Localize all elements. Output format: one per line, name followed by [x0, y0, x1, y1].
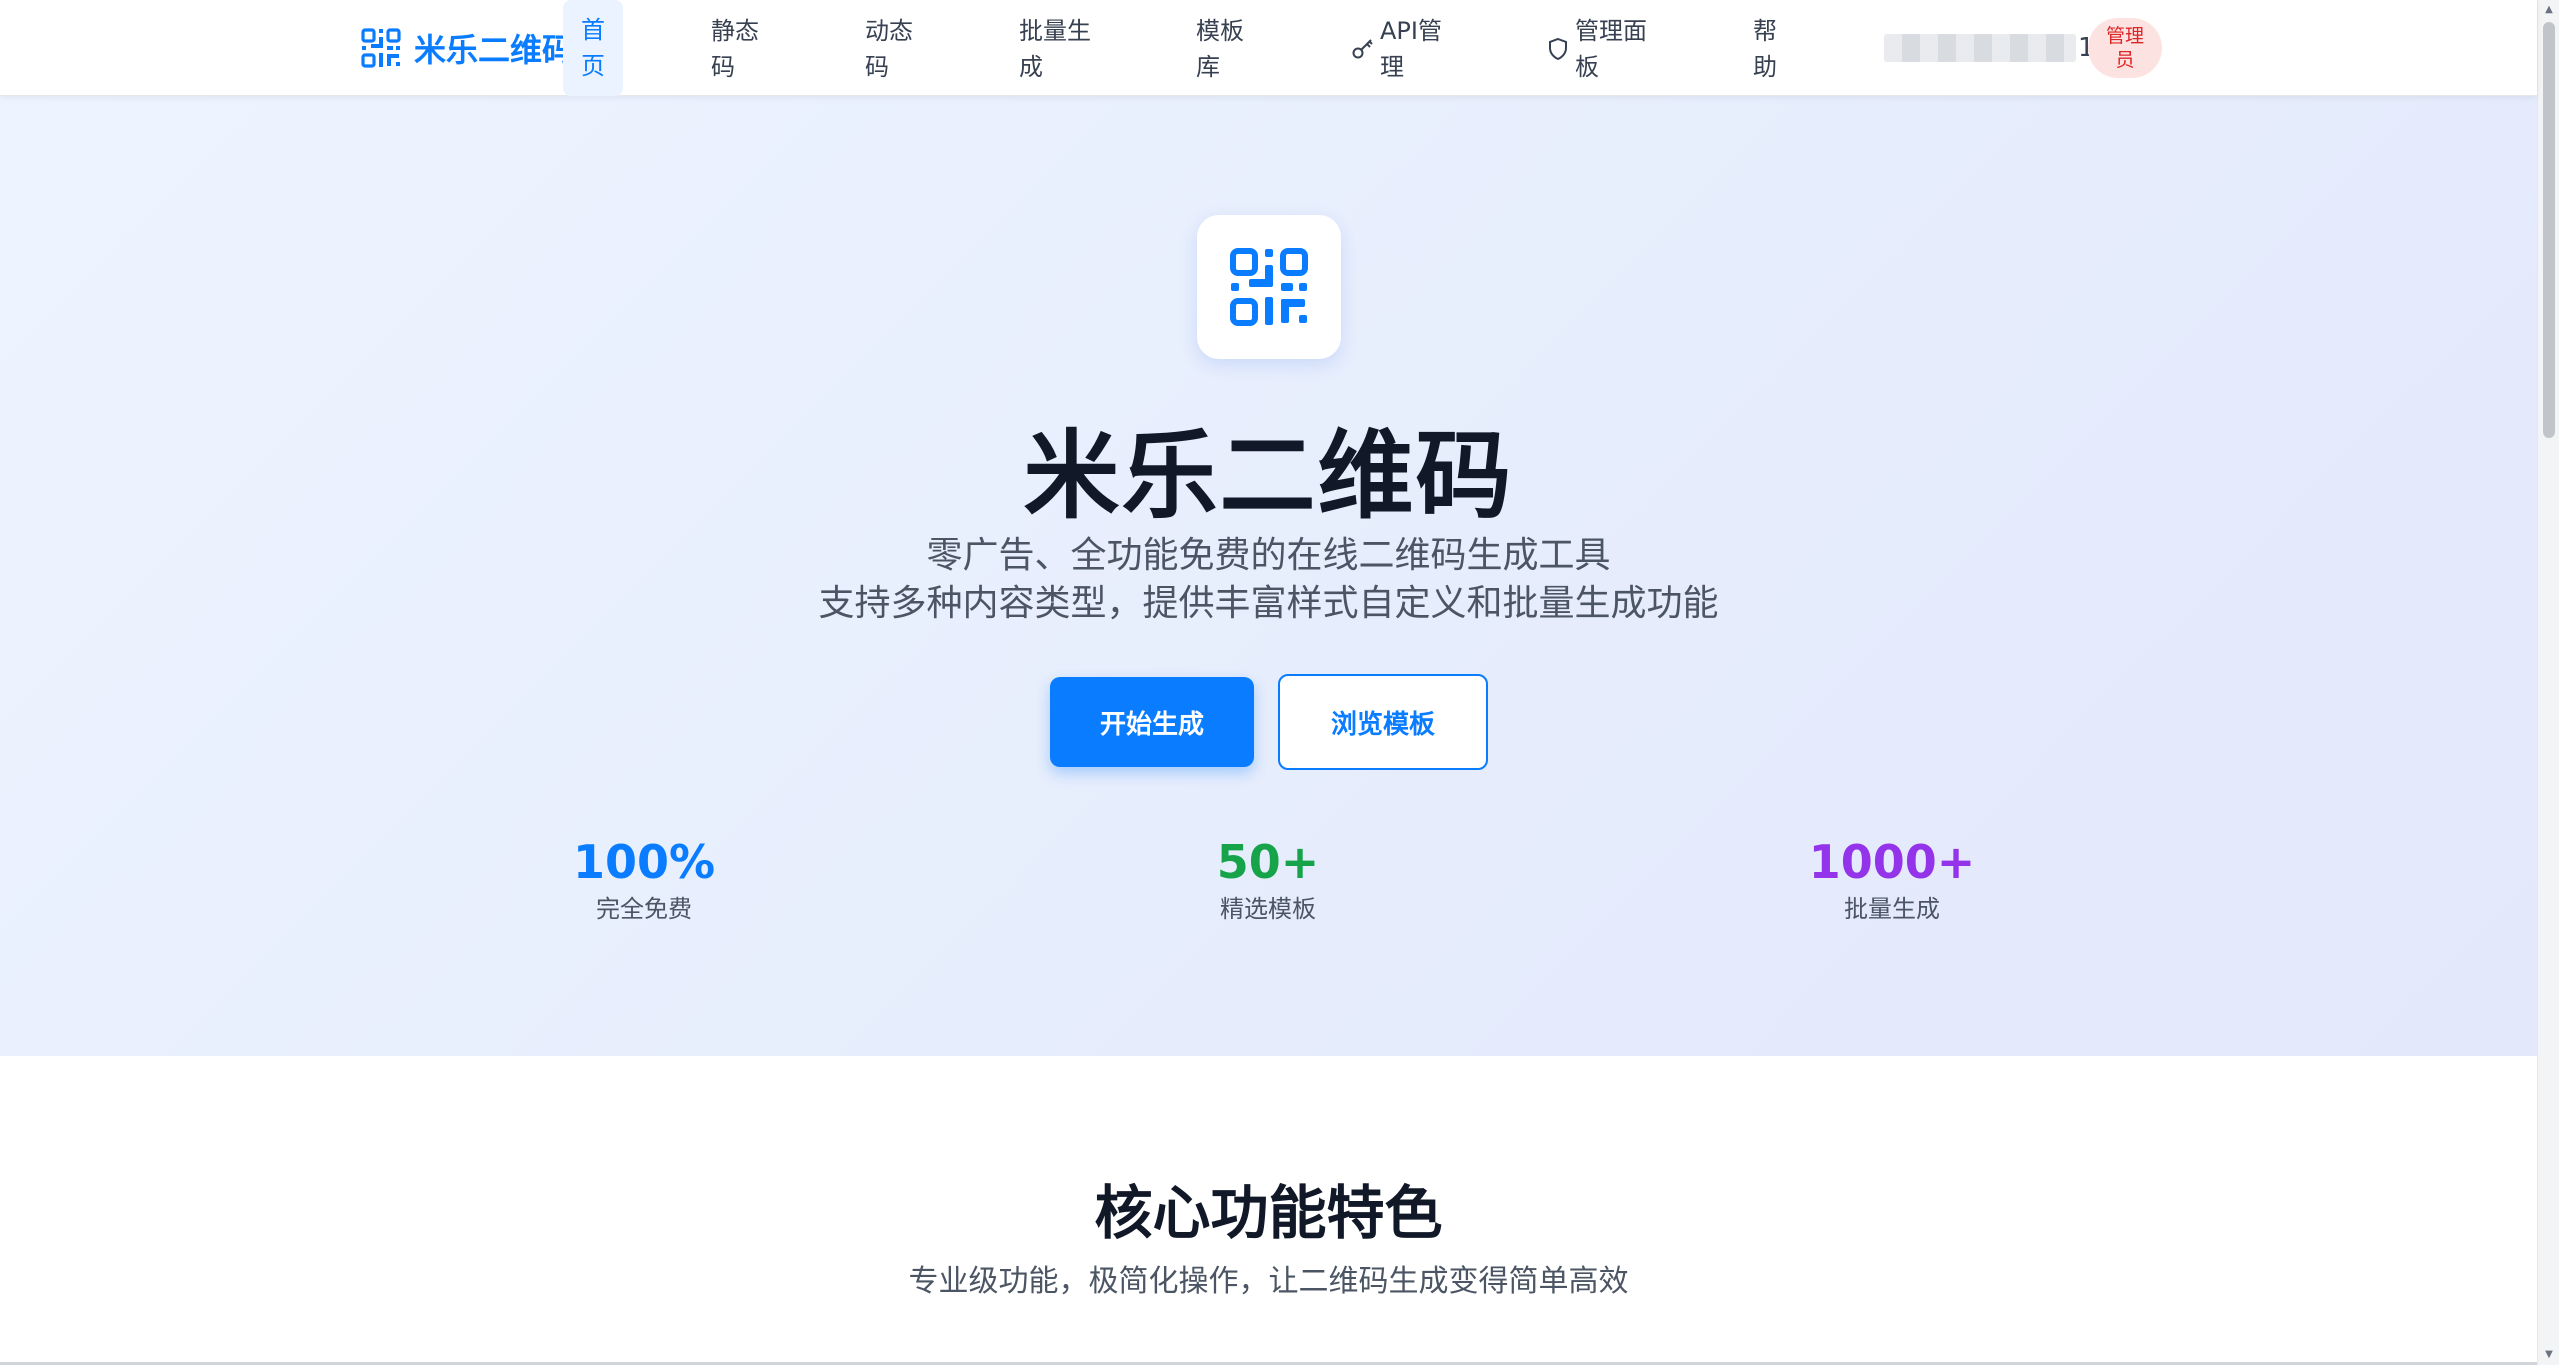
admin-role-badge: 管理 员 — [2088, 18, 2162, 78]
user-menu[interactable]: 1 — [1884, 30, 2095, 66]
hero-subtitle: 零广告、全功能免费的在线二维码生成工具 支持多种内容类型，提供丰富样式自定义和批… — [0, 532, 2537, 628]
user-name-redacted — [1884, 34, 2076, 62]
nav-item-label: 模板 库 — [1196, 17, 1244, 81]
nav-item-dynamic-code[interactable]: 动态 码 — [865, 10, 913, 88]
qr-code-icon — [361, 28, 401, 68]
qr-code-icon — [1230, 248, 1308, 326]
page-scrollbar[interactable]: ▲ ▼ — [2537, 0, 2559, 1365]
nav-item-help[interactable]: 帮 助 — [1753, 10, 1777, 88]
nav-item-admin-panel[interactable]: 管理面 板 — [1545, 10, 1647, 88]
nav-item-home[interactable]: 首 页 — [563, 0, 623, 96]
brand-logo[interactable]: 米乐二维码 — [360, 26, 574, 70]
hero-subtitle-line-2: 支持多种内容类型，提供丰富样式自定义和批量生成功能 — [818, 583, 1719, 624]
nav-item-label: 管理面 板 — [1575, 17, 1647, 81]
hero-section: 米乐二维码 零广告、全功能免费的在线二维码生成工具 支持多种内容类型，提供丰富样… — [0, 96, 2537, 1056]
nav-item-label: 首 页 — [581, 16, 605, 80]
stat-value: 1000+ — [1808, 835, 1976, 889]
stat-caption: 批量生成 — [1844, 895, 1940, 923]
stat-value: 100% — [572, 835, 716, 889]
top-navbar: 米乐二维码 首 页 静态 码 动态 码 批量生 成 模板 库 API管 理 管理… — [0, 0, 2537, 96]
hero-subtitle-line-1: 零广告、全功能免费的在线二维码生成工具 — [926, 535, 1611, 576]
brand-name: 米乐二维码 — [414, 31, 575, 69]
nav-item-templates[interactable]: 模板 库 — [1196, 10, 1244, 88]
stat-batch: 1000+ 批量生成 — [1742, 834, 2042, 926]
stat-templates: 50+ 精选模板 — [1118, 834, 1418, 926]
scroll-up-arrow-icon[interactable]: ▲ — [2543, 4, 2555, 16]
stat-free: 100% 完全免费 — [494, 834, 794, 926]
admin-role-label: 管理 员 — [2105, 25, 2144, 71]
nav-item-label: 动态 码 — [865, 17, 913, 81]
nav-item-label: API管 理 — [1380, 17, 1442, 81]
features-title: 核心功能特色 — [1094, 1179, 1443, 1247]
browse-templates-button[interactable]: 浏览模板 — [1278, 674, 1488, 770]
scrollbar-thumb[interactable] — [2543, 22, 2555, 438]
nav-item-label: 批量生 成 — [1019, 17, 1091, 81]
nav-item-static-code[interactable]: 静态 码 — [711, 10, 759, 88]
stat-caption: 完全免费 — [596, 895, 692, 923]
hero-title: 米乐二维码 — [1023, 420, 1514, 532]
nav-item-api[interactable]: API管 理 — [1350, 10, 1442, 88]
shield-icon — [1549, 37, 1567, 61]
hero-logo — [1197, 215, 1341, 359]
nav-item-batch[interactable]: 批量生 成 — [1019, 10, 1091, 88]
stat-caption: 精选模板 — [1220, 895, 1316, 923]
scroll-down-arrow-icon[interactable]: ▼ — [2543, 1349, 2555, 1361]
stat-value: 50+ — [1216, 835, 1320, 889]
start-generate-button[interactable]: 开始生成 — [1050, 677, 1254, 767]
nav-item-label: 帮 助 — [1753, 17, 1777, 81]
nav-item-label: 静态 码 — [711, 17, 759, 81]
features-subtitle: 专业级功能，极简化操作，让二维码生成变得简单高效 — [908, 1264, 1629, 1299]
key-icon — [1352, 39, 1373, 59]
